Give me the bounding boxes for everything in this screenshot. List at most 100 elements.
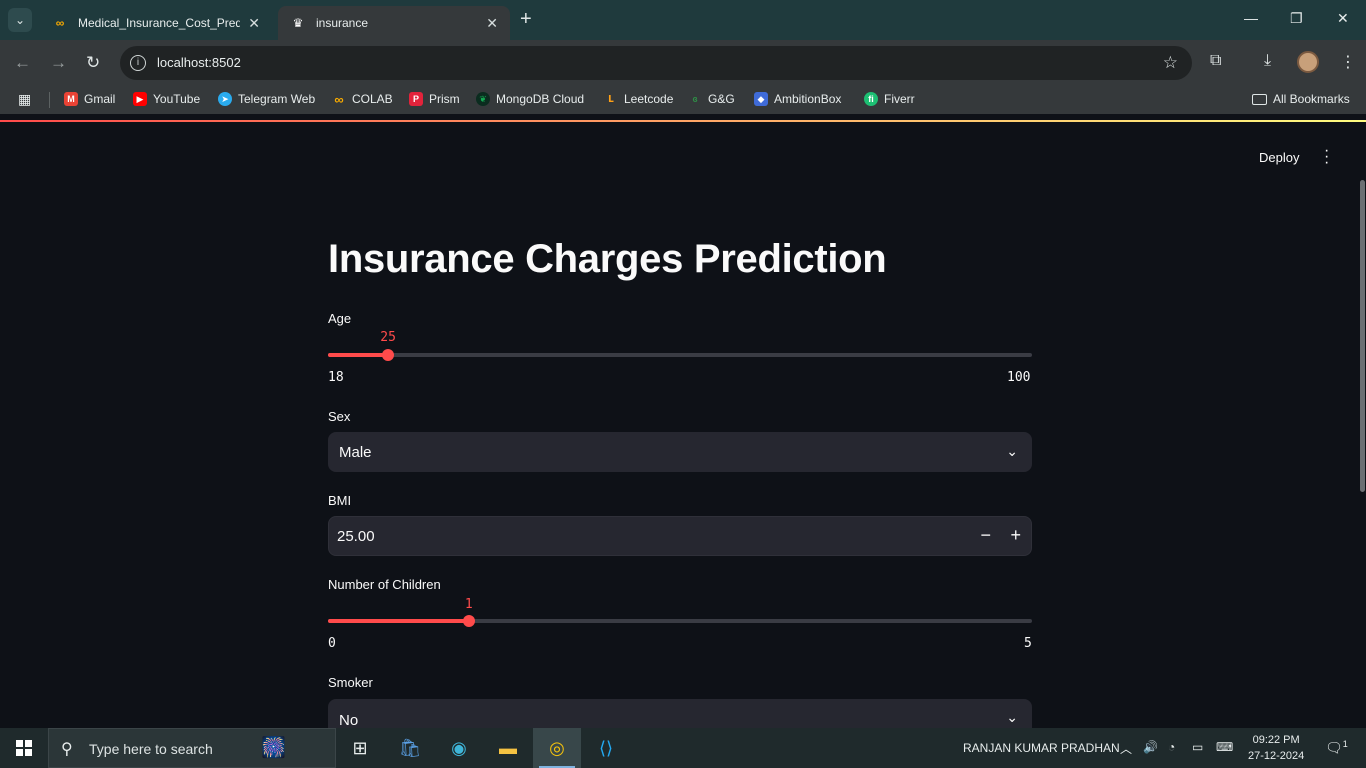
mongodb-icon: ❦ xyxy=(476,92,490,106)
restore-icon[interactable]: ❐ xyxy=(1290,10,1303,27)
bookmark-youtube[interactable]: ▶ YouTube xyxy=(133,92,200,106)
chrome-icon[interactable]: ◎ xyxy=(533,728,581,768)
microsoft-store-icon[interactable]: 🛍 xyxy=(386,728,434,768)
colab-icon: ∞ xyxy=(55,16,65,30)
search-icon: ⚲ xyxy=(61,741,73,758)
bmi-increment-button[interactable]: + xyxy=(1010,525,1021,546)
minimize-icon[interactable]: — xyxy=(1244,10,1258,26)
bookmark-mongodb[interactable]: ❦ MongoDB Cloud xyxy=(476,92,584,106)
bookmark-divider xyxy=(49,92,50,108)
smoker-select[interactable]: No ⌄ xyxy=(328,699,1032,729)
notification-icon[interactable]: 🗨1 xyxy=(1325,739,1348,757)
bookmark-telegram[interactable]: ➤ Telegram Web xyxy=(218,92,315,106)
keyboard-icon[interactable]: ⌨ xyxy=(1216,740,1233,754)
taskbar-clock[interactable]: 09:22 PM 27-12-2024 xyxy=(1248,732,1304,764)
file-explorer-icon[interactable]: ▬ xyxy=(484,728,532,768)
tray-user-name[interactable]: RANJAN KUMAR PRADHAN xyxy=(963,741,1120,755)
battery-icon[interactable]: ▭ xyxy=(1192,740,1203,754)
extensions-icon[interactable]: ⧉ xyxy=(1210,52,1221,70)
leetcode-icon: ᒪ xyxy=(608,93,614,104)
children-slider-thumb[interactable] xyxy=(462,615,475,627)
apps-grid-icon[interactable]: ▦ xyxy=(18,91,31,108)
bookmark-prism[interactable]: P Prism xyxy=(409,92,460,106)
bookmark-gmail[interactable]: M Gmail xyxy=(64,92,115,106)
window-close-icon[interactable]: ✕ xyxy=(1337,10,1349,27)
bookmark-gfg[interactable]: ɞ G&G xyxy=(688,92,734,106)
reload-icon[interactable]: ↻ xyxy=(86,53,100,73)
fiverr-icon: fi xyxy=(864,92,878,106)
gmail-icon: M xyxy=(64,92,78,106)
tab-search-icon[interactable]: ⌄ xyxy=(8,8,32,32)
back-arrow-icon[interactable]: ← xyxy=(14,53,31,73)
bookmark-leetcode[interactable]: ᒪ Leetcode xyxy=(604,92,673,106)
download-icon[interactable]: ⤓ xyxy=(1264,52,1271,70)
address-bar[interactable]: i localhost:8502 ☆ xyxy=(120,46,1192,80)
profile-avatar[interactable] xyxy=(1297,51,1319,73)
sex-select[interactable]: Male ⌄ xyxy=(328,432,1032,472)
tab-medical-insurance[interactable]: ∞ Medical_Insurance_Cost_Predict ✕ xyxy=(40,6,272,40)
smoker-label: Smoker xyxy=(328,675,373,690)
task-view-icon[interactable]: ⊞ xyxy=(336,728,384,768)
youtube-icon: ▶ xyxy=(133,92,147,106)
bmi-label: BMI xyxy=(328,493,352,508)
chevron-down-icon: ⌄ xyxy=(1006,443,1018,459)
children-min-label: 0 xyxy=(328,636,336,651)
taskbar-search-box[interactable]: ⚲ Type here to search 🎆 xyxy=(48,728,336,768)
streamlit-app: Deploy · · · Insurance Charges Prediction … xyxy=(0,122,1366,729)
clock-date: 27-12-2024 xyxy=(1248,750,1305,762)
deploy-button[interactable]: Deploy xyxy=(1259,150,1299,165)
tray-chevron-up-icon[interactable]: ︿ xyxy=(1120,740,1132,757)
browser-menu-icon[interactable]: ⋮ xyxy=(1340,52,1356,72)
chevron-down-icon: ⌄ xyxy=(1006,709,1018,725)
children-slider[interactable] xyxy=(328,615,1032,627)
age-slider-fill xyxy=(328,353,389,357)
telegram-icon: ➤ xyxy=(218,92,232,106)
clock-time: 09:22 PM xyxy=(1252,734,1300,746)
search-placeholder: Type here to search xyxy=(89,741,213,757)
bookmark-star-icon[interactable]: ☆ xyxy=(1163,53,1178,73)
tab-title: insurance xyxy=(316,16,369,30)
page-scrollbar[interactable] xyxy=(1360,180,1365,492)
colab-icon: ∞ xyxy=(334,91,344,107)
children-value-label: 1 xyxy=(464,597,473,612)
tab-title: Medical_Insurance_Cost_Predict xyxy=(78,16,241,30)
edge-icon[interactable]: ◉ xyxy=(435,728,483,768)
close-icon[interactable]: ✕ xyxy=(248,15,260,32)
sex-selected-value: Male xyxy=(339,444,372,461)
bmi-decrement-button[interactable]: − xyxy=(980,525,991,546)
new-tab-plus-icon[interactable]: + xyxy=(520,9,532,29)
children-slider-fill xyxy=(328,619,469,623)
bookmarks-bar: ▦ M Gmail ▶ YouTube ➤ Telegram Web ∞ COLAB P… xyxy=(0,86,1366,114)
bmi-input[interactable]: 25.00 − + xyxy=(328,516,1032,556)
forward-arrow-icon[interactable]: → xyxy=(50,53,67,73)
age-slider-thumb[interactable] xyxy=(382,349,395,361)
close-icon[interactable]: ✕ xyxy=(486,15,498,32)
tab-insurance[interactable]: ♛ insurance ✕ xyxy=(278,6,510,40)
children-label: Number of Children xyxy=(328,577,441,592)
windows-start-icon[interactable] xyxy=(16,740,32,756)
ambitionbox-icon: ◆ xyxy=(754,92,768,106)
browser-tab-bar: ⌄ ∞ Medical_Insurance_Cost_Predict ✕ ♛ i… xyxy=(0,0,1366,40)
age-max-label: 100 xyxy=(1007,370,1031,385)
bookmark-ambitionbox[interactable]: ◆ AmbitionBox xyxy=(754,92,841,106)
bookmark-fiverr[interactable]: fi Fiverr xyxy=(864,92,915,106)
age-slider[interactable] xyxy=(328,349,1032,361)
page-title: Insurance Charges Prediction xyxy=(328,237,887,281)
calendar-celebration-icon: 🎆 xyxy=(261,737,286,759)
notification-count: 1 xyxy=(1342,739,1348,749)
sex-label: Sex xyxy=(328,409,351,424)
windows-taskbar: ⚲ Type here to search 🎆 ⊞ 🛍 ◉ ▬ ◎ ⟨⟩ RAN… xyxy=(0,728,1366,768)
wifi-icon[interactable]: ◔ xyxy=(1168,740,1175,754)
speaker-icon[interactable]: 🔊 xyxy=(1143,740,1158,754)
streamlit-icon: ♛ xyxy=(292,16,304,30)
age-label: Age xyxy=(328,311,352,326)
app-menu-icon[interactable]: · · · xyxy=(1324,143,1329,171)
bookmark-colab[interactable]: ∞ COLAB xyxy=(332,91,392,107)
all-bookmarks[interactable]: All Bookmarks xyxy=(1252,92,1350,106)
vscode-icon[interactable]: ⟨⟩ xyxy=(582,728,630,768)
age-value-label: 25 xyxy=(380,330,396,345)
site-info-icon[interactable]: i xyxy=(130,55,146,71)
bmi-value: 25.00 xyxy=(337,528,375,545)
folder-icon xyxy=(1252,93,1267,105)
url-text: localhost:8502 xyxy=(157,55,241,70)
